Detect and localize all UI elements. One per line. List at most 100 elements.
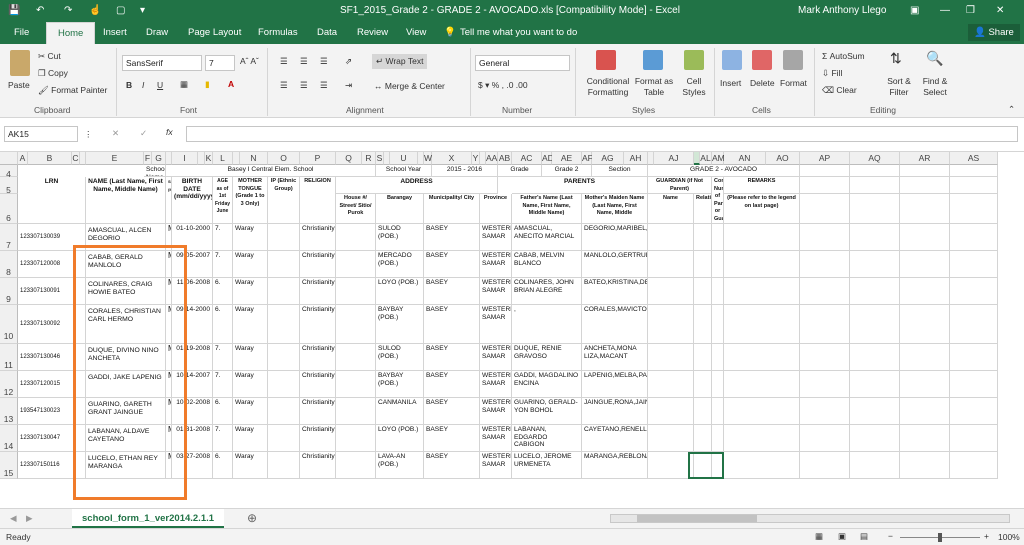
student-mt-cell[interactable]: Waray (233, 305, 268, 344)
grid-cell[interactable] (336, 224, 376, 251)
grid-cell[interactable] (850, 425, 900, 452)
insert-cells-icon[interactable] (722, 50, 742, 70)
column-header-j[interactable] (198, 152, 205, 165)
grid-cell[interactable] (900, 305, 950, 344)
column-header-ad[interactable]: AD (542, 152, 554, 165)
grid-cell[interactable] (336, 425, 376, 452)
grid-cell[interactable] (336, 371, 376, 398)
zoom-in-icon[interactable]: + (984, 531, 989, 541)
format-painter-button[interactable]: 🖌 Format Painter (38, 85, 107, 96)
grid-cell[interactable] (336, 344, 376, 371)
align-middle-icon[interactable]: ☰ (300, 56, 308, 67)
conditional-formatting-button[interactable]: Conditional Formatting (582, 76, 634, 98)
grid-cell[interactable] (336, 398, 376, 425)
grid-cell[interactable] (800, 251, 850, 278)
student-age-cell[interactable]: 6. (213, 278, 233, 305)
find-select-button[interactable]: Find & Select (918, 76, 952, 98)
address-header[interactable]: ADDRESS (336, 177, 498, 194)
column-header-as[interactable]: AS (950, 152, 998, 165)
delete-cells-icon[interactable] (752, 50, 772, 70)
zoom-level[interactable]: 100% (998, 532, 1020, 542)
student-age-cell[interactable]: 6. (213, 398, 233, 425)
column-header-ao[interactable]: AO (766, 152, 800, 165)
student-age-cell[interactable]: 6. (213, 305, 233, 344)
format-button[interactable]: Format (780, 78, 807, 88)
contact-header[interactable]: Contact Number of Parent or Guardian (712, 177, 724, 224)
grid-cell[interactable] (648, 224, 694, 251)
grid-cell[interactable] (900, 224, 950, 251)
religion-header[interactable]: RELIGION (300, 177, 336, 224)
guardian-header[interactable]: GUARDIAN (if Not Parent) (648, 177, 712, 194)
wrap-text-button[interactable]: ↵ Wrap Text (372, 54, 428, 69)
student-mother-cell[interactable]: MANLOLO,GERTRUDES,DIODOCO, (582, 251, 648, 278)
student-rel-cell[interactable]: Christianity (300, 452, 336, 479)
font-name-select[interactable]: SansSerif (122, 55, 202, 71)
column-header-m[interactable] (233, 152, 240, 165)
grid-cell[interactable] (900, 452, 950, 479)
student-mun-cell[interactable]: BASEY (424, 452, 480, 479)
student-lrn-cell[interactable]: 123307130047 (18, 425, 86, 452)
redo-icon[interactable]: ↷ (64, 5, 72, 16)
student-rel-cell[interactable]: Christianity (300, 371, 336, 398)
grade-value[interactable]: Grade 2 (542, 165, 592, 177)
student-prov-cell[interactable]: WESTERN SAMAR (480, 425, 512, 452)
birthdate-header[interactable]: BIRTH DATE (mm/dd/yyyy) (172, 177, 213, 224)
student-lrn-cell[interactable]: 193547130023 (18, 398, 86, 425)
grid-cell[interactable] (850, 177, 900, 194)
grid-cell[interactable] (850, 344, 900, 371)
worksheet-grid[interactable]: A B C E F G I K L N O P Q R S U W X Y AA AB AC AD AE AF AG AH AJ AL A… (0, 152, 1024, 508)
grid-cell[interactable] (268, 305, 300, 344)
grid-cell[interactable] (724, 278, 800, 305)
student-lrn-cell[interactable]: 123307130091 (18, 278, 86, 305)
grid-cell[interactable] (648, 344, 694, 371)
row-header-4[interactable]: 4 (0, 165, 18, 179)
guardian-name-header[interactable]: Name (648, 194, 694, 224)
student-birth-cell[interactable]: 01-31-2008 (172, 425, 213, 452)
student-rel-cell[interactable]: Christianity (300, 305, 336, 344)
grid-cell[interactable] (950, 305, 998, 344)
lrn-header[interactable]: LRN (18, 177, 86, 224)
student-mother-cell[interactable]: CAYETANO,RENELLE,GACUSANA, (582, 425, 648, 452)
page-break-view-icon[interactable]: ▤ (860, 531, 868, 542)
select-all-corner[interactable] (0, 152, 18, 165)
student-age-cell[interactable]: 7. (213, 371, 233, 398)
student-age-cell[interactable]: 6. (213, 452, 233, 479)
horizontal-scrollbar[interactable] (610, 514, 1010, 523)
column-header-ae[interactable]: AE (552, 152, 582, 165)
insert-function-icon[interactable]: fx (166, 127, 173, 137)
student-age-cell[interactable]: 7. (213, 224, 233, 251)
selected-cell[interactable] (688, 452, 724, 479)
column-header-aq[interactable]: AQ (850, 152, 900, 165)
grid-cell[interactable] (900, 165, 950, 177)
student-lrn-cell[interactable]: 123307150116 (18, 452, 86, 479)
grid-cell[interactable] (648, 251, 694, 278)
row-header-13[interactable]: 13 (0, 398, 18, 425)
student-prov-cell[interactable]: WESTERN SAMAR (480, 452, 512, 479)
student-name-cell[interactable]: GUARINO, GARETH GRANT JAINGUE (86, 398, 166, 425)
student-father-cell[interactable]: LABANAN, EDGARDO CABIGON (512, 425, 582, 452)
sheet-tab[interactable]: school_form_1_ver2014.2.1.1 (72, 509, 225, 528)
grid-cell[interactable] (694, 278, 712, 305)
copy-button[interactable]: ❐ Copy (38, 68, 68, 79)
student-mt-cell[interactable]: Waray (233, 371, 268, 398)
merge-center-button[interactable]: ↔ Merge & Center (374, 81, 445, 91)
clear-button[interactable]: ⌫ Clear (822, 85, 857, 96)
grid-cell[interactable] (950, 425, 998, 452)
tab-insert[interactable]: Insert (103, 27, 127, 38)
column-header-aj[interactable]: AJ (654, 152, 694, 165)
customize-toolbar-icon[interactable]: ▾ (140, 5, 145, 16)
column-header-q[interactable]: Q (336, 152, 362, 165)
student-brgy-cell[interactable]: MERCADO (POB.) (376, 251, 424, 278)
student-age-cell[interactable]: 7. (213, 251, 233, 278)
prev-sheet-icon[interactable]: ◀ (10, 513, 17, 524)
zoom-slider-thumb[interactable] (938, 533, 942, 542)
grid-cell[interactable] (694, 425, 712, 452)
school-name-label[interactable]: School Name (144, 165, 166, 177)
student-lrn-cell[interactable]: 123307130092 (18, 305, 86, 344)
student-mother-cell[interactable]: DEGORIO,MARIBEL,MACABUTAS, (582, 224, 648, 251)
mother-tongue-header[interactable]: MOTHER TONGUE (Grade 1 to 3 Only) (233, 177, 268, 224)
grid-cell[interactable] (724, 305, 800, 344)
row-header-15[interactable]: 15 (0, 452, 18, 479)
grid-cell[interactable] (336, 452, 376, 479)
paste-icon[interactable] (10, 50, 30, 76)
